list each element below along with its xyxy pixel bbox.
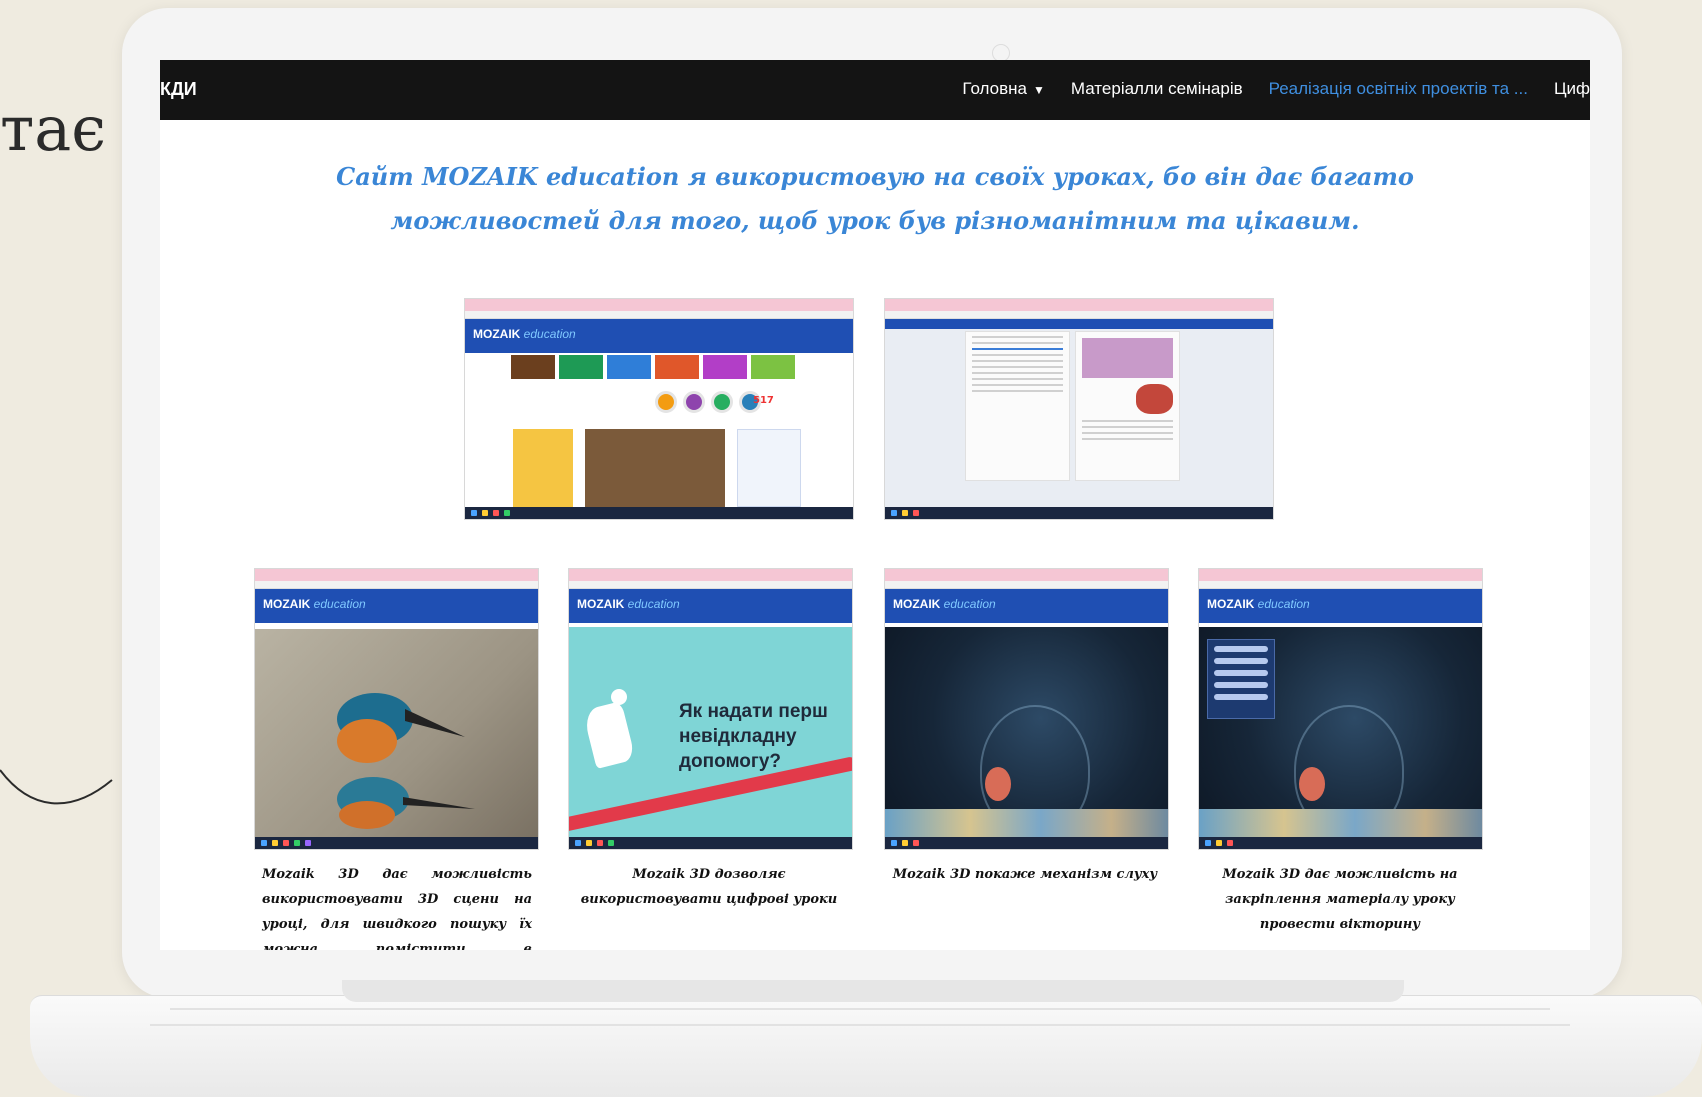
browser-tabbar	[465, 299, 853, 311]
mozaik-logo: MOZAIK education	[263, 597, 366, 611]
mozaik-logo: MOZAIK education	[1207, 597, 1310, 611]
screenshot-textbook[interactable]	[884, 298, 1274, 520]
mozaik-logo: MOZAIK education	[473, 327, 576, 341]
mona-lisa-scene	[585, 429, 725, 507]
chevron-down-icon: ▼	[1032, 83, 1045, 97]
browser-addressbar	[885, 581, 1168, 589]
scene-thumbnails	[885, 809, 1168, 837]
site-brand[interactable]: КДИ	[160, 79, 197, 100]
browser-addressbar	[885, 311, 1273, 319]
kingfisher-scene	[255, 629, 538, 837]
mozaik-header: MOZAIK education	[465, 319, 853, 353]
mozaik-header: MOZAIK education	[885, 589, 1168, 623]
mozaik-header: MOZAIK education	[1199, 589, 1482, 623]
quiz-panel[interactable]	[1207, 639, 1275, 719]
windows-taskbar	[1199, 837, 1482, 849]
mozaik-logo: MOZAIK education	[893, 597, 996, 611]
screenshot-first-aid[interactable]: MOZAIK education Як надати перш невідкла…	[568, 568, 853, 850]
stat-tile	[751, 355, 795, 379]
mozaik-header: MOZAIK education	[569, 589, 852, 623]
nav-item-home[interactable]: Головна ▼	[962, 79, 1044, 99]
mozaik-logo: MOZAIK education	[577, 597, 680, 611]
browser-tabbar	[255, 569, 538, 581]
stat-tile	[559, 355, 603, 379]
screenshot-dashboard[interactable]: MOZAIK education 517	[464, 298, 854, 520]
windows-taskbar	[885, 837, 1168, 849]
browser-addressbar	[255, 581, 538, 589]
browser-addressbar	[569, 581, 852, 589]
laptop-hinge	[342, 980, 1404, 1002]
points-count: 517	[753, 395, 774, 406]
stat-tile	[655, 355, 699, 379]
browser-tabbar	[885, 299, 1273, 311]
windows-taskbar	[465, 507, 853, 519]
browser-tabbar	[885, 569, 1168, 581]
book-page-left	[965, 331, 1070, 481]
site-navbar: КДИ Головна ▼ Матеріалли семінарів Реаліз…	[160, 60, 1590, 120]
screenshot-quiz[interactable]: MOZAIK education	[1198, 568, 1483, 850]
reader-toolbar	[885, 319, 1273, 329]
keyboard-row	[170, 1008, 1550, 1010]
mozaik-header: MOZAIK education	[255, 589, 538, 623]
caption-hearing: Mozaik 3D покаже механізм слуху	[892, 867, 1158, 882]
slide-partial-text: тає	[0, 92, 106, 165]
stat-tile	[607, 355, 651, 379]
screenshot-hearing-3d[interactable]: MOZAIK education	[884, 568, 1169, 850]
caption-quiz: Mozaik 3D дає можливість на закріплення …	[1222, 867, 1458, 932]
achievement-badges	[655, 391, 761, 413]
screenshot-kingfisher[interactable]: MOZAIK education	[254, 568, 539, 850]
stat-tile	[703, 355, 747, 379]
nav-item-label: Головна	[962, 79, 1027, 98]
nav-menu: Головна ▼ Матеріалли семінарів Реалізація…	[962, 79, 1590, 99]
scene-thumbnails	[1199, 809, 1482, 837]
browser-addressbar	[1199, 581, 1482, 589]
windows-taskbar	[885, 507, 1273, 519]
calendar-widget	[737, 429, 801, 507]
nav-item-digital[interactable]: Циф	[1554, 79, 1590, 99]
browser-tabbar	[1199, 569, 1482, 581]
kingfisher-icon	[337, 693, 475, 829]
caption-digital-lessons: Mozaik 3D дозволяє використовувати цифро…	[580, 867, 838, 907]
browser-screen: КДИ Головна ▼ Матеріалли семінарів Реаліз…	[160, 60, 1590, 950]
nav-item-seminars[interactable]: Матеріалли семінарів	[1071, 79, 1243, 99]
book-covers	[513, 429, 573, 507]
first-aid-title: Як надати перш невідкладну допомогу?	[679, 701, 828, 772]
book-page-right	[1075, 331, 1180, 481]
stat-tile	[511, 355, 555, 379]
3d-scene	[885, 627, 1168, 835]
browser-addressbar	[465, 311, 853, 319]
caption-kingfisher: Mozaik 3D дає можливість використовувати…	[262, 867, 532, 950]
keyboard-row	[150, 1024, 1570, 1026]
badge-icon	[655, 391, 677, 413]
badge-icon	[711, 391, 733, 413]
decorative-curve	[0, 769, 113, 805]
page-heading: Сайт MOZAIK education я використовую на …	[336, 162, 1414, 235]
ear-model	[1299, 767, 1325, 801]
windows-taskbar	[569, 837, 852, 849]
nav-item-projects[interactable]: Реалізація освітніх проектів та ...	[1269, 79, 1528, 99]
windows-taskbar	[255, 837, 538, 849]
badge-icon	[683, 391, 705, 413]
browser-tabbar	[569, 569, 852, 581]
stat-tiles	[511, 355, 795, 379]
ear-model	[985, 767, 1011, 801]
laptop-base	[30, 995, 1702, 1097]
